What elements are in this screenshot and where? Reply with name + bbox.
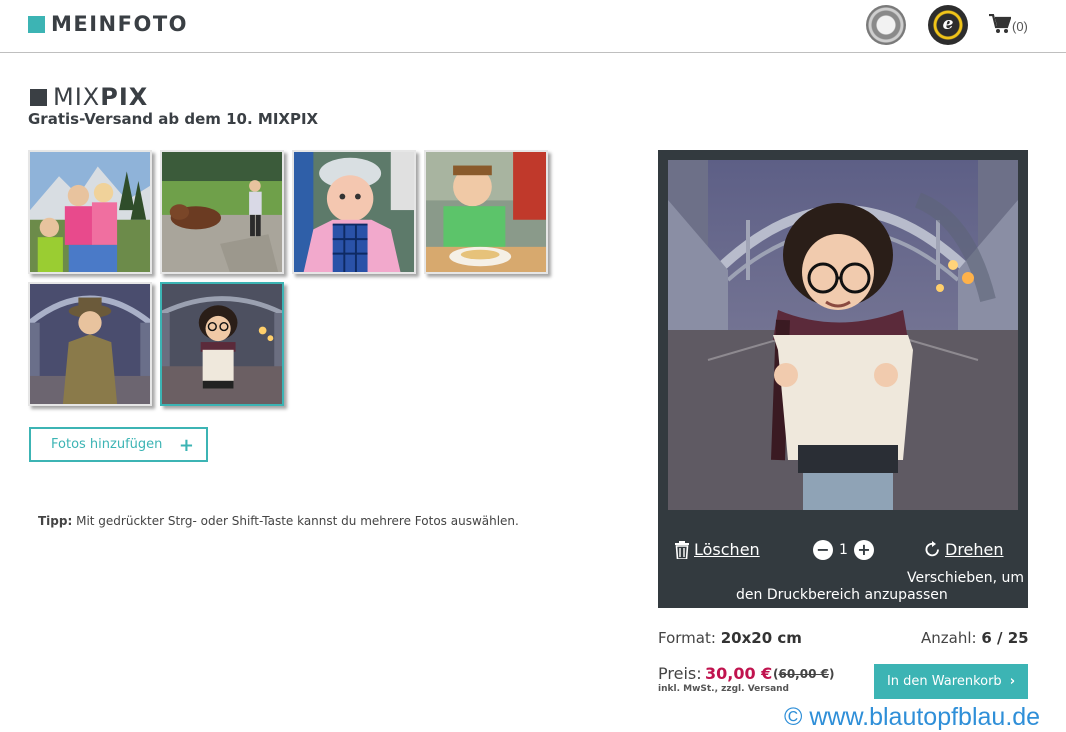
count-info: Anzahl: 6 / 25	[921, 629, 1029, 647]
tip-body: Mit gedrückter Strg- oder Shift-Taste ka…	[72, 514, 519, 528]
editor-photo[interactable]	[668, 160, 1018, 510]
cart-icon	[989, 14, 1011, 33]
drag-hint-line1: Verschieben, um	[907, 570, 1025, 586]
title-bold: PIX	[100, 83, 149, 111]
product-title: MIXPIX	[30, 83, 148, 111]
thumbnail-child-with-glasses[interactable]	[160, 282, 284, 406]
title-square-icon	[30, 88, 47, 106]
logo-square-icon	[28, 15, 45, 33]
rotate-label: Drehen	[945, 540, 1004, 559]
price-old-value: 60,00 €	[778, 667, 829, 681]
seal-badge-icon[interactable]	[866, 5, 906, 45]
cart-count: (0)	[1012, 19, 1028, 34]
count-value: 6 / 25	[981, 629, 1029, 647]
count-label: Anzahl:	[921, 629, 977, 647]
site-header: MEINFOTO e (0)	[0, 0, 1066, 53]
quantity-value: 1	[839, 542, 848, 558]
price-label: Preis:	[658, 664, 702, 683]
delete-label: Löschen	[694, 540, 760, 559]
product-subtitle: Gratis-Versand ab dem 10. MIXPIX	[28, 110, 319, 128]
format-label: Format:	[658, 629, 716, 647]
add-photos-label: Fotos hinzufügen	[51, 437, 163, 452]
add-photos-button[interactable]: Fotos hinzufügen +	[29, 427, 208, 462]
plus-icon: +	[178, 435, 194, 456]
trash-icon	[675, 540, 689, 559]
thumbnail-toddler-pink-jacket[interactable]	[292, 150, 416, 274]
trusted-shops-icon[interactable]: e	[928, 5, 968, 45]
thumbnail-child-with-cow[interactable]	[160, 150, 284, 274]
rotate-button[interactable]: Drehen	[924, 540, 1004, 559]
watermark: © www.blautopfblau.de	[784, 703, 1041, 731]
quantity-minus-button[interactable]: −	[813, 540, 833, 560]
photo-editor: Löschen − 1 + Drehen Verschieben, um den…	[658, 150, 1028, 608]
drag-hint-line2: den Druckbereich anzupassen	[736, 587, 948, 603]
price-value: 30,00 €	[705, 664, 773, 683]
thumbnail-boy-at-table[interactable]	[424, 150, 548, 274]
cart-link[interactable]: (0)	[989, 14, 1028, 34]
price-old: (60,00 €)	[773, 667, 835, 681]
delete-button[interactable]: Löschen	[674, 540, 760, 559]
thumbnail-family-mountains[interactable]	[28, 150, 152, 274]
format-info: Format: 20x20 cm	[658, 629, 802, 647]
title-light: MIX	[53, 83, 101, 111]
quantity-stepper: − 1 +	[813, 540, 874, 560]
add-to-cart-label: In den Warenkorb	[886, 674, 1002, 689]
quantity-plus-button[interactable]: +	[853, 540, 874, 560]
add-to-cart-button[interactable]: In den Warenkorb ›	[874, 664, 1028, 699]
tip-label: Tipp:	[38, 514, 73, 528]
site-logo[interactable]: MEINFOTO	[28, 12, 188, 36]
format-value: 20x20 cm	[720, 629, 802, 647]
chevron-right-icon: ›	[1009, 674, 1016, 689]
thumbnail-child-in-hat[interactable]	[28, 282, 152, 406]
logo-text: MEINFOTO	[51, 12, 189, 36]
tip-text: Tipp: Mit gedrückter Strg- oder Shift-Ta…	[38, 514, 519, 528]
vat-note: inkl. MwSt., zzgl. Versand	[658, 684, 789, 694]
rotate-icon	[925, 541, 939, 557]
